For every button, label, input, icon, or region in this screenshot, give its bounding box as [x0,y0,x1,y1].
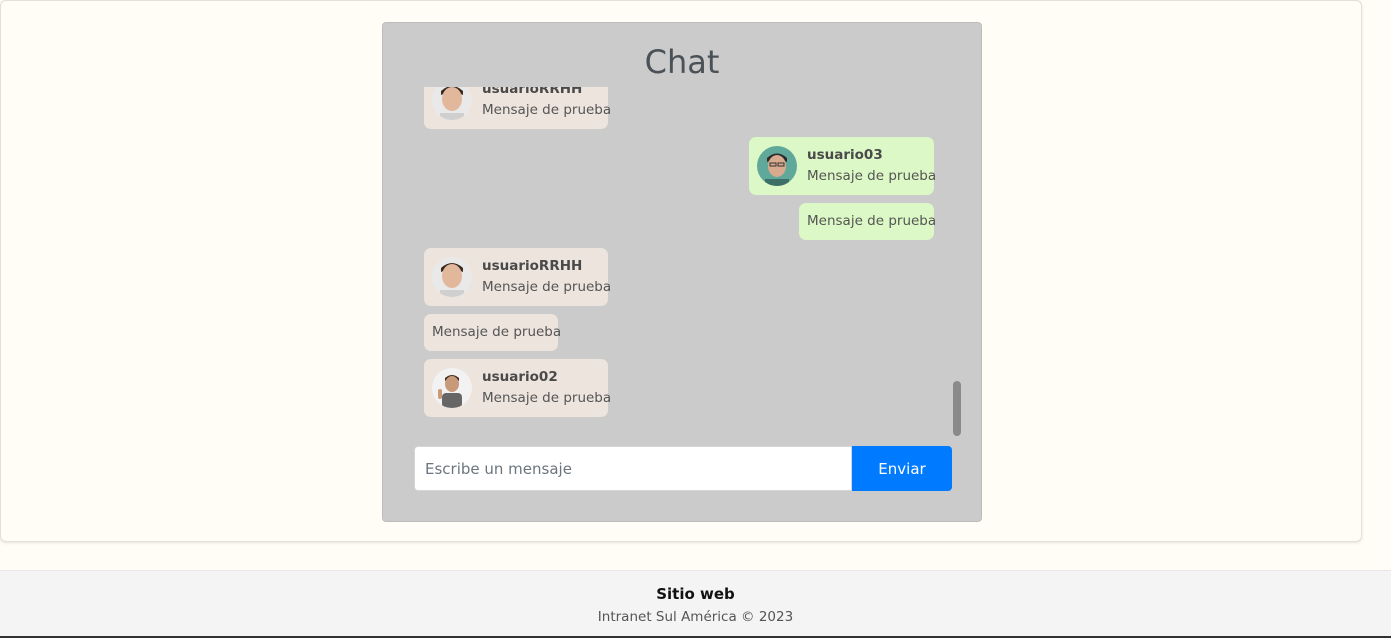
chat-scrollbar-thumb[interactable] [953,381,961,436]
footer: Sitio web Intranet Sul América © 2023 [0,570,1391,638]
message-bubble-other: usuario02 Mensaje de prueba [424,359,612,417]
message-text: Mensaje de prueba [432,324,562,340]
user-avatar [432,368,472,408]
message-bubble-other: usuarioRRHH Mensaje de prueba [424,87,612,129]
message-username: usuarioRRHH [482,258,583,274]
user-avatar [757,146,797,186]
message-username: usuario02 [482,369,558,385]
message-text: Mensaje de prueba [482,390,612,406]
send-button[interactable]: Enviar [852,446,952,491]
message-bubble-own: usuario03 Mensaje de prueba [749,137,937,195]
message-text: Mensaje de prueba [807,213,937,229]
message-text: Mensaje de prueba [482,102,612,118]
chat-panel: Chat usuarioRRHH Mensaje de prueba usuar… [382,22,982,522]
page-card: Chat usuarioRRHH Mensaje de prueba usuar… [0,0,1362,542]
message-bubble-own: Mensaje de prueba [799,203,937,240]
user-avatar [432,257,472,297]
message-text: Mensaje de prueba [482,279,612,295]
footer-copyright: Intranet Sul América © 2023 [597,609,794,625]
message-username: usuario03 [807,147,883,163]
message-input-row: Enviar [414,446,952,491]
chat-title: Chat [644,43,720,81]
message-bubble-other: usuarioRRHH Mensaje de prueba [424,248,612,306]
message-username: usuarioRRHH [482,87,583,97]
message-input[interactable] [414,446,852,491]
message-text: Mensaje de prueba [807,168,937,184]
message-bubble-other: Mensaje de prueba [424,314,562,351]
user-avatar [432,87,472,120]
footer-title: Sitio web [656,585,735,603]
message-list[interactable]: usuarioRRHH Mensaje de prueba usuario03 [423,87,943,427]
